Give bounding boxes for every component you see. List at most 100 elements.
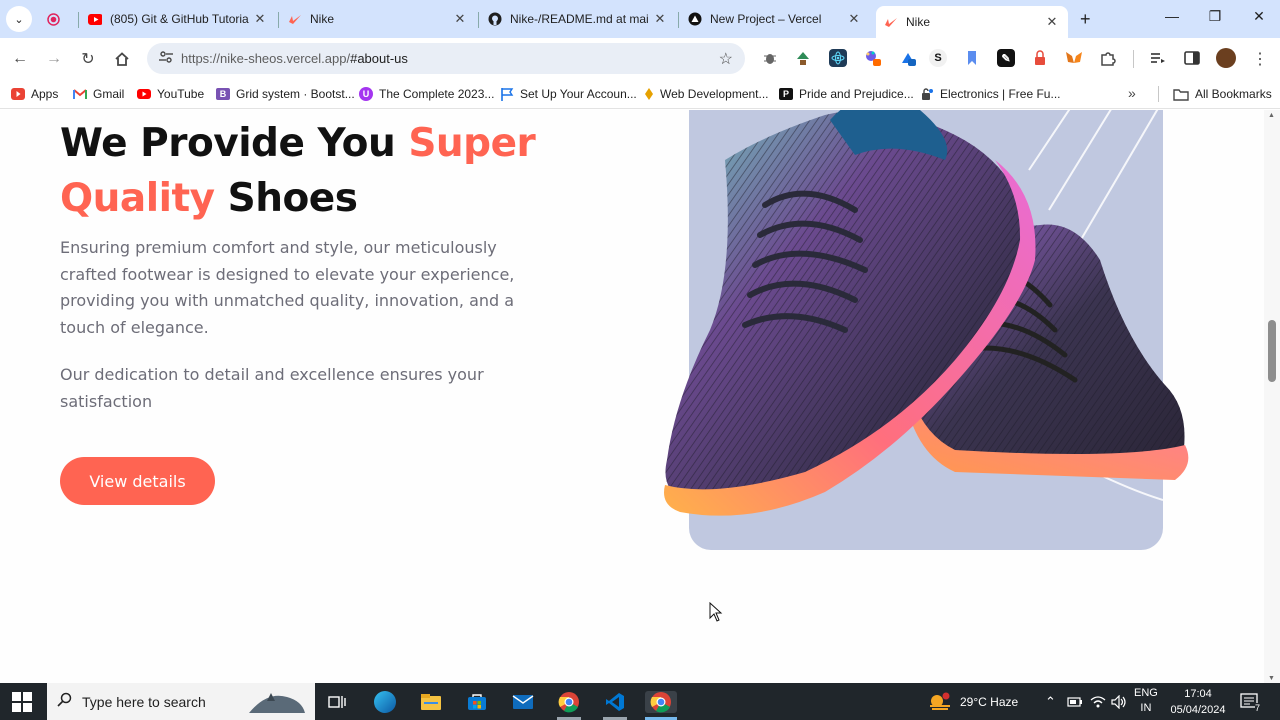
bookmark-star-icon[interactable]: ☆ (719, 49, 733, 69)
search-placeholder: Type here to search (82, 693, 206, 710)
bookmark-pride-prejudice[interactable]: P Pride and Prejudice... (779, 86, 914, 102)
input-language[interactable]: ENG IN (1134, 686, 1158, 716)
chrome-icon[interactable] (558, 691, 580, 713)
tab-nike-active[interactable]: Nike ✕ (876, 6, 1068, 38)
youtube-icon (137, 88, 151, 100)
page-scrollbar[interactable]: ▲ ▼ (1264, 110, 1280, 684)
tab-github[interactable]: Nike-/README.md at mai ✕ (480, 4, 676, 34)
media-controls-icon[interactable] (1149, 49, 1167, 67)
show-hidden-icons-chevron-icon[interactable]: ⌃ (1045, 683, 1056, 720)
bookmark-label: Electronics | Free Fu... (940, 87, 1061, 101)
system-clock[interactable]: 17:04 05/04/2024 (1170, 686, 1226, 718)
bug-extension-icon[interactable] (761, 49, 779, 67)
scroll-up-arrow-icon[interactable]: ▲ (1268, 112, 1275, 119)
all-bookmarks[interactable]: All Bookmarks (1173, 86, 1272, 102)
more-bookmarks-chevron-icon[interactable]: » (1128, 85, 1136, 101)
bookmark-bootstrap[interactable]: B Grid system · Bootst... (216, 86, 355, 102)
record-icon (46, 12, 60, 26)
battery-icon[interactable] (1067, 683, 1083, 720)
tab-nike[interactable]: Nike ✕ (280, 4, 476, 34)
search-icon (57, 692, 72, 711)
back-arrow-icon[interactable]: ← (8, 47, 32, 71)
view-details-button[interactable]: View details (60, 457, 215, 505)
lock-extension-icon[interactable] (1031, 49, 1049, 67)
taskbar-search-box[interactable]: Type here to search (47, 683, 315, 720)
url-text: https://nike-sheos.vercel.app/#about-us (181, 51, 408, 66)
language-code: ENG (1134, 687, 1158, 699)
bookmark-label: Grid system · Bootst... (236, 87, 355, 101)
bookmark-apps[interactable]: Apps (11, 86, 58, 102)
github-icon (488, 12, 502, 26)
bookmark-web-development[interactable]: Web Development... (644, 86, 769, 102)
tab-separator (478, 12, 479, 28)
metamask-icon[interactable] (1065, 49, 1083, 67)
minimize-icon[interactable]: — (1157, 8, 1187, 24)
weather-widget[interactable]: 29°C Haze (928, 683, 1018, 720)
chrome-active-icon[interactable] (645, 691, 677, 713)
bookmark-setup-account[interactable]: Set Up Your Accoun... (500, 86, 637, 102)
tab-vercel[interactable]: New Project – Vercel ✕ (680, 4, 870, 34)
search-highlight-illustration-icon (249, 692, 305, 713)
reload-icon[interactable]: ↻ (76, 47, 100, 71)
close-tab-icon[interactable]: ✕ (252, 11, 268, 27)
forward-arrow-icon[interactable]: → (42, 47, 66, 71)
plant-extension-icon[interactable] (794, 49, 812, 67)
browser-toolbar: ← → ↻ https://nike-sheos.vercel.app/#abo… (0, 38, 1280, 79)
tab-strip: ⌄ (805) Git & GitHub Tutoria ✕ Nike ✕ Ni… (0, 0, 1280, 38)
react-extension-icon[interactable] (829, 49, 847, 67)
scroll-down-arrow-icon[interactable]: ▼ (1268, 675, 1275, 682)
edge-icon[interactable] (374, 691, 396, 713)
address-bar[interactable]: https://nike-sheos.vercel.app/#about-us … (147, 43, 745, 74)
file-explorer-icon[interactable] (420, 691, 442, 713)
bookmarks-bar: Apps Gmail YouTube B Grid system · Boots… (0, 79, 1280, 109)
new-tab-plus-icon[interactable]: + (1080, 9, 1091, 30)
s-extension-icon[interactable]: S (929, 49, 947, 67)
heading-text: We Provide You (60, 121, 409, 166)
bookmark-complete-2023[interactable]: U The Complete 2023... (359, 86, 494, 102)
cloud-extension-icon[interactable] (899, 49, 917, 67)
p-icon: P (779, 88, 793, 100)
windows-start-icon[interactable] (12, 692, 32, 712)
side-panel-icon[interactable] (1183, 49, 1201, 67)
close-window-icon[interactable]: ✕ (1244, 8, 1274, 25)
bookmark-youtube[interactable]: YouTube (137, 86, 204, 102)
tab-title: (805) Git & GitHub Tutoria (110, 12, 249, 26)
tab-search-dropdown[interactable]: ⌄ (6, 6, 32, 32)
bookmark-gmail[interactable]: Gmail (73, 86, 124, 102)
site-settings-icon[interactable] (155, 50, 177, 67)
task-view-icon[interactable] (326, 691, 348, 713)
close-tab-icon[interactable]: ✕ (652, 11, 668, 27)
close-tab-icon[interactable]: ✕ (846, 11, 862, 27)
flag-extension-icon[interactable] (963, 49, 981, 67)
tab-youtube[interactable]: (805) Git & GitHub Tutoria ✕ (80, 4, 276, 34)
notification-center-icon[interactable]: 7 (1240, 683, 1261, 720)
color-picker-extension-icon[interactable] (864, 49, 882, 67)
youtube-icon (88, 12, 102, 26)
clock-time: 17:04 (1184, 688, 1212, 700)
dark-extension-icon[interactable]: ✎ (997, 49, 1015, 67)
wifi-icon[interactable] (1090, 683, 1106, 720)
heading-accent: Quality (60, 176, 215, 221)
bookmark-label: Gmail (93, 87, 125, 101)
close-tab-icon[interactable]: ✕ (452, 11, 468, 27)
profile-avatar[interactable] (1216, 48, 1236, 68)
tab-title: Nike (906, 15, 931, 29)
dedication-paragraph: Our dedication to detail and excellence … (60, 365, 484, 411)
vscode-icon[interactable] (604, 691, 626, 713)
mouse-cursor-icon (709, 602, 723, 622)
section-heading: We Provide You Super Quality Shoes (60, 116, 580, 226)
mail-icon[interactable] (512, 691, 534, 713)
tab-record[interactable] (38, 4, 78, 34)
scrollbar-thumb[interactable] (1268, 320, 1276, 382)
extensions-puzzle-icon[interactable] (1099, 49, 1117, 67)
restore-icon[interactable]: ❐ (1200, 8, 1230, 25)
bookmark-electronics[interactable]: Electronics | Free Fu... (920, 86, 1061, 102)
close-tab-icon[interactable]: ✕ (1044, 14, 1060, 30)
store-icon[interactable] (466, 691, 488, 713)
home-icon[interactable] (110, 47, 134, 71)
tab-title: New Project – Vercel (710, 12, 822, 26)
volume-icon[interactable] (1111, 683, 1127, 720)
more-menu-icon[interactable]: ⋮ (1248, 47, 1272, 71)
vercel-icon (688, 12, 702, 26)
apps-icon (11, 88, 25, 100)
